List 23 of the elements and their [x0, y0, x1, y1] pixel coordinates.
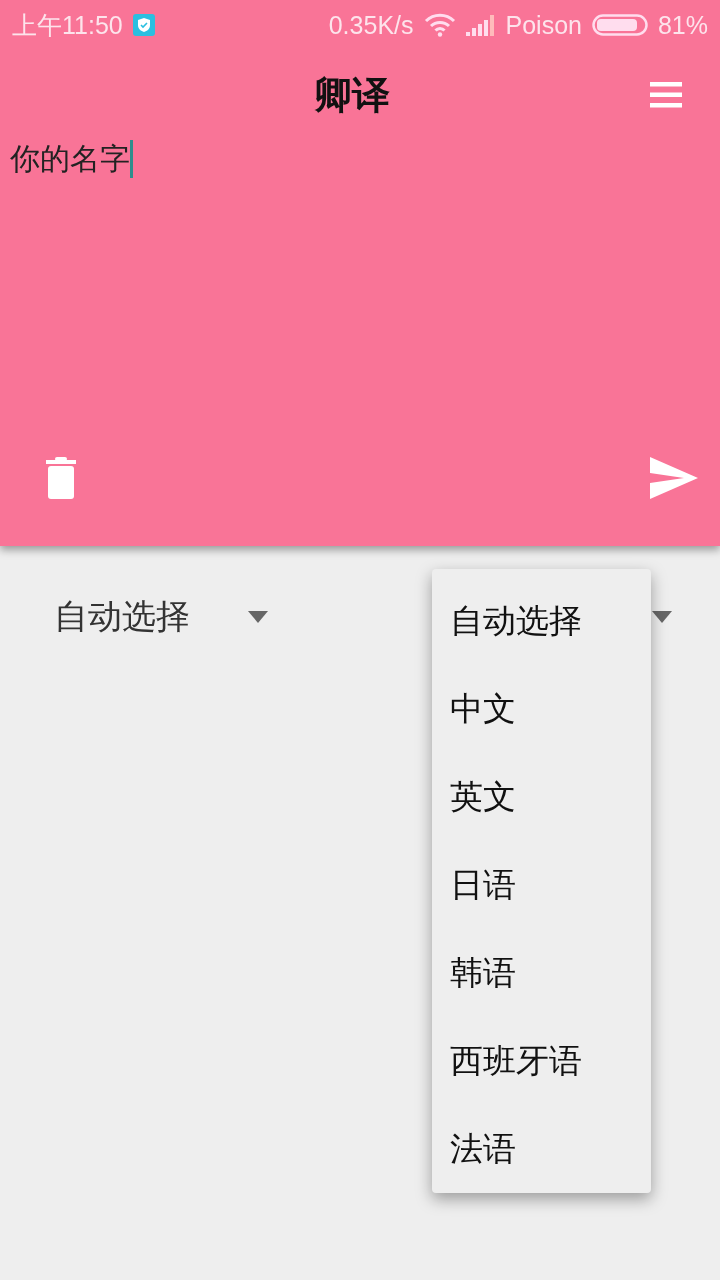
menu-item[interactable]: 英文: [432, 753, 651, 841]
shield-icon: [132, 14, 155, 36]
send-icon[interactable]: [650, 457, 698, 499]
battery-level: 81%: [657, 10, 708, 40]
carrier-name: Poison: [505, 10, 582, 40]
battery-icon: [591, 14, 648, 36]
wifi-icon: [423, 13, 456, 37]
menu-item[interactable]: 西班牙语: [432, 1017, 651, 1105]
network-speed: 0.35K/s: [328, 10, 414, 40]
status-time: 上午11:50: [12, 9, 123, 41]
signal-icon: [465, 14, 496, 36]
source-language-dropdown[interactable]: 自动选择: [54, 594, 268, 640]
menu-item[interactable]: 日语: [432, 841, 651, 929]
trash-icon[interactable]: [46, 456, 76, 500]
menu-item[interactable]: 自动选择: [432, 577, 651, 665]
caret-icon[interactable]: [652, 611, 672, 623]
input-field[interactable]: 你的名字: [0, 140, 720, 410]
app-title: 卿译: [314, 71, 390, 119]
menu-item[interactable]: 法语: [432, 1105, 651, 1193]
menu-item[interactable]: 中文: [432, 665, 651, 753]
caret-icon: [248, 611, 268, 623]
menu-item[interactable]: 韩语: [432, 929, 651, 1017]
menu-icon[interactable]: [650, 81, 682, 109]
